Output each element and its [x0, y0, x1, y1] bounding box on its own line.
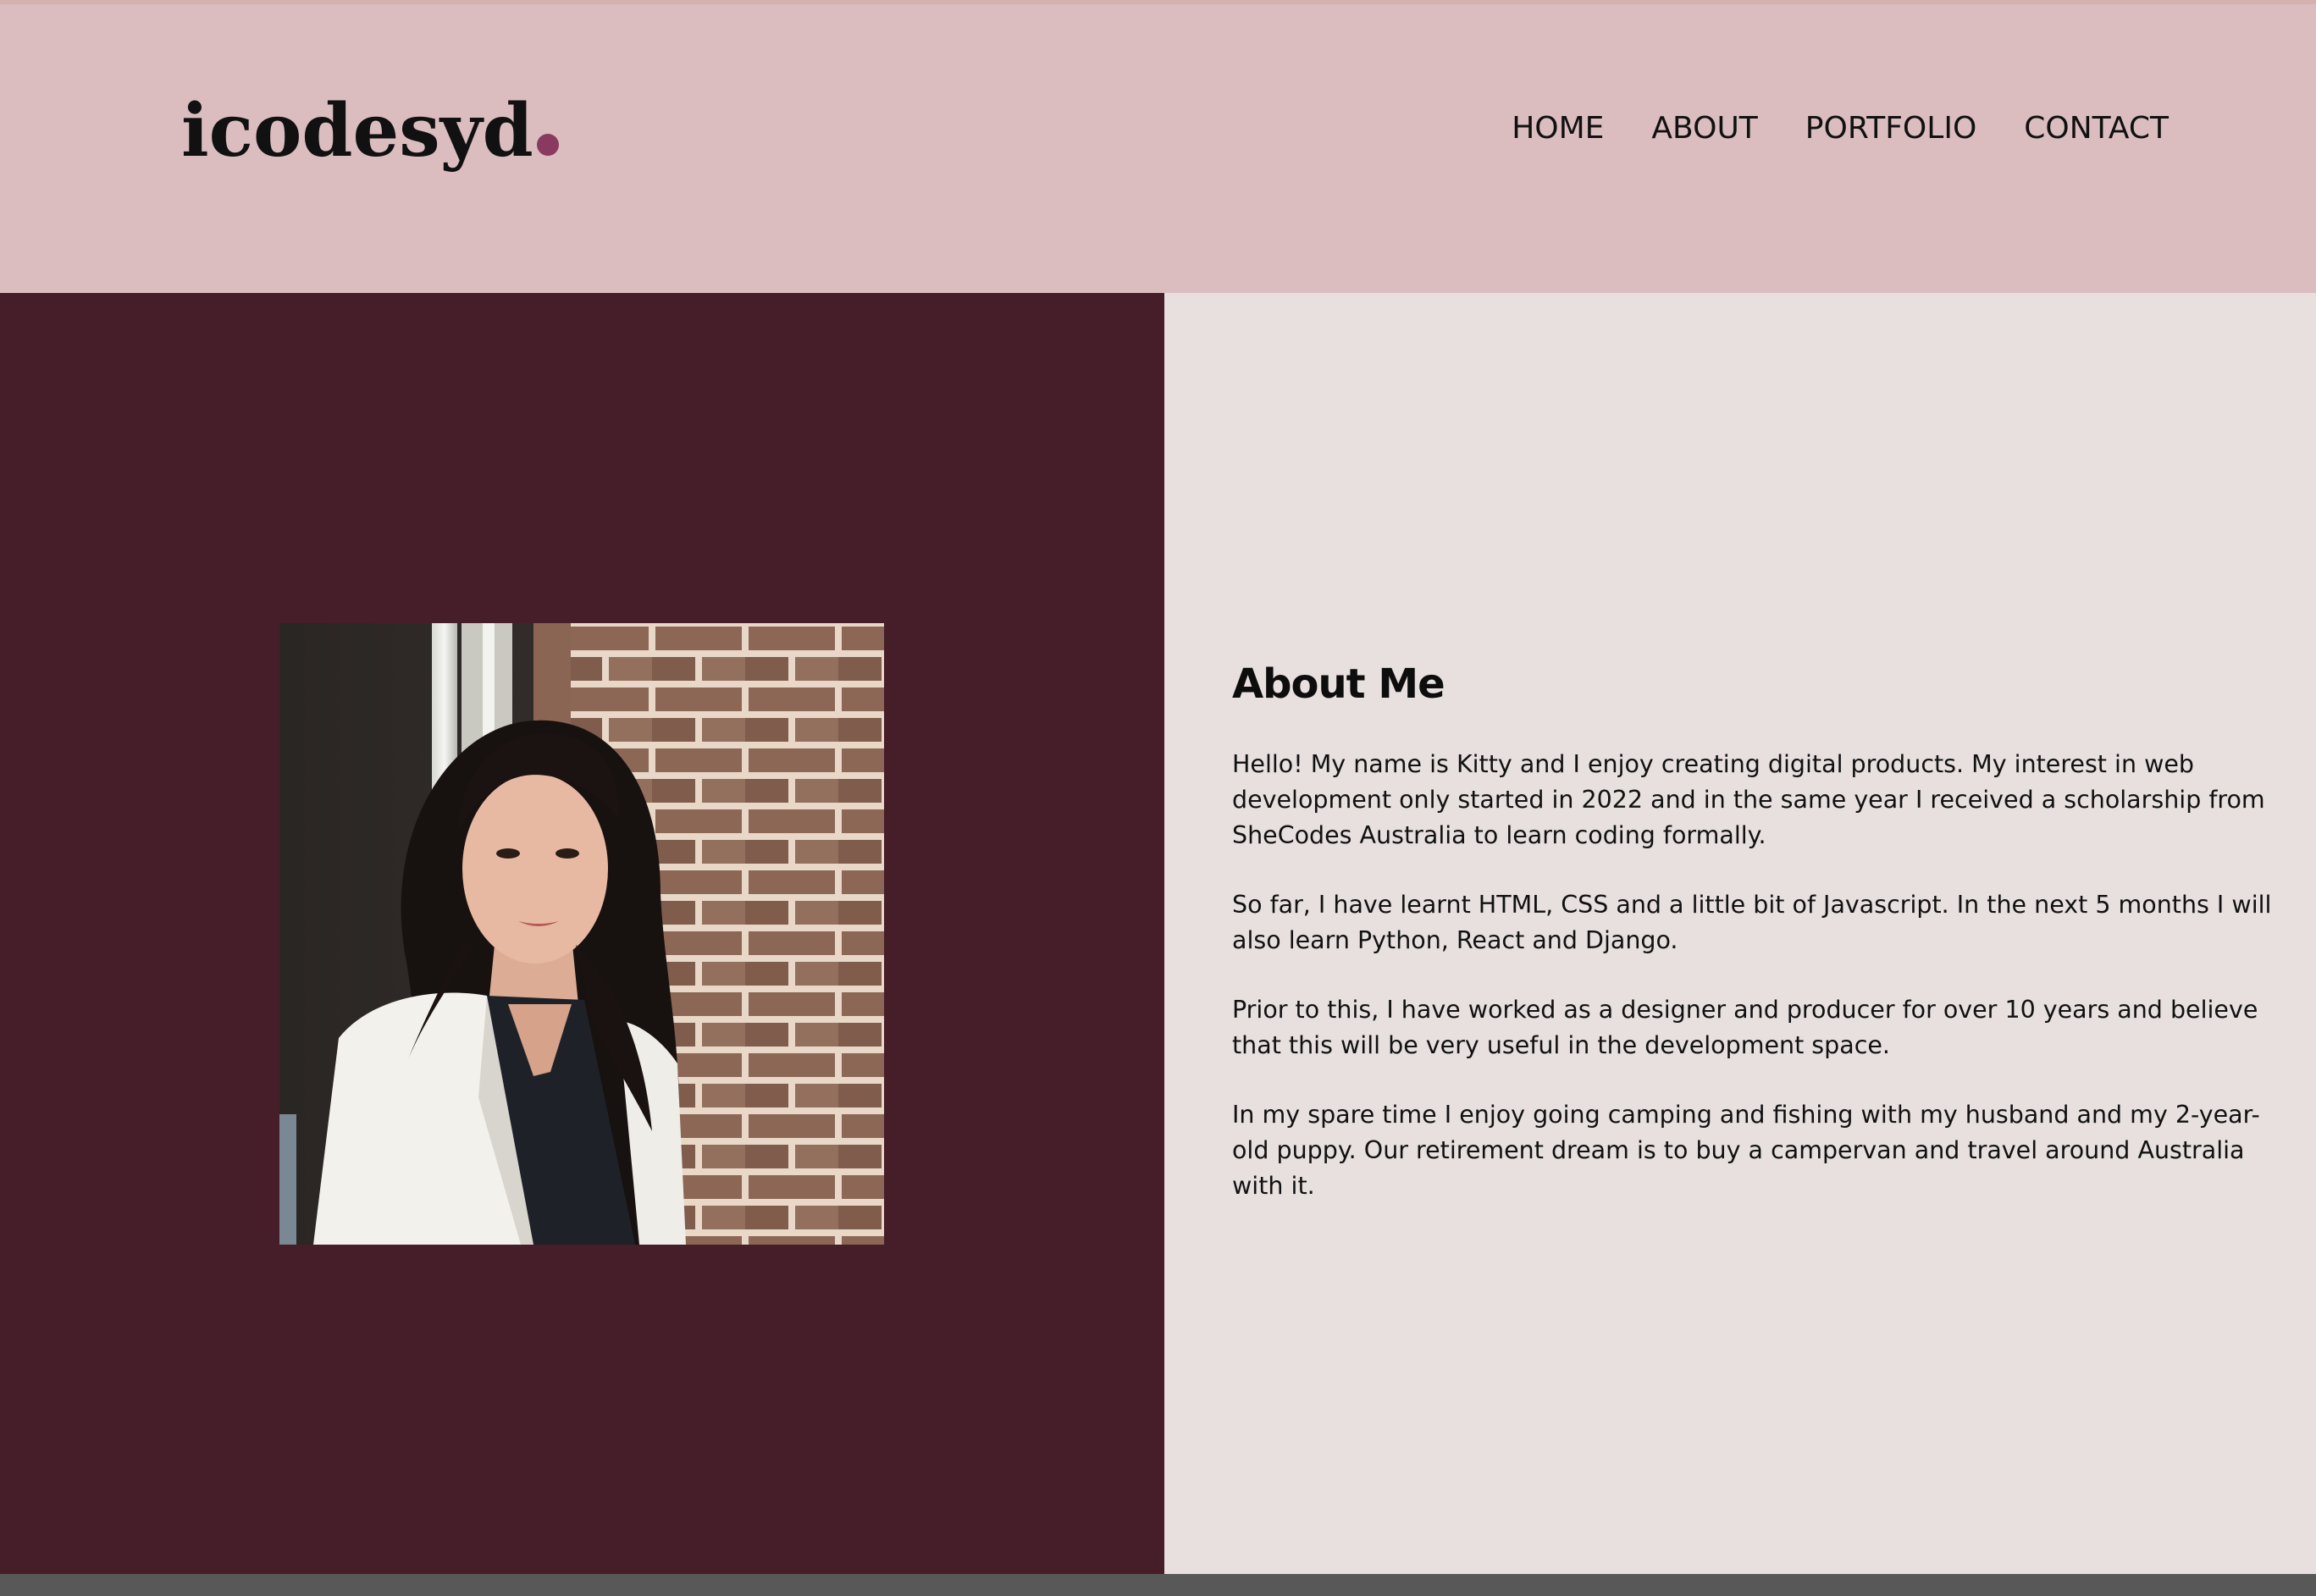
portrait-image — [279, 623, 884, 1245]
about-paragraph: Prior to this, I have worked as a design… — [1232, 996, 2258, 1059]
about-paragraph: In my spare time I enjoy going camping a… — [1232, 1101, 2260, 1200]
nav-about-link[interactable]: ABOUT — [1651, 108, 1757, 150]
about-text: Hello! My name is Kitty and I enjoy crea… — [1232, 747, 2274, 1238]
logo-text: icodesyd — [181, 88, 533, 174]
photo-panel — [0, 293, 1164, 1574]
about-panel: About Me Hello! My name is Kitty and I e… — [1164, 293, 2316, 1574]
site-header: icodesyd HOME ABOUT PORTFOLIO CONTACT — [0, 4, 2316, 293]
bottom-bar — [0, 1574, 2316, 1596]
main-nav: HOME ABOUT PORTFOLIO CONTACT — [1464, 108, 2169, 150]
profile-photo — [279, 623, 884, 1245]
nav-contact-link[interactable]: CONTACT — [2024, 108, 2169, 150]
about-paragraph: So far, I have learnt HTML, CSS and a li… — [1232, 891, 2272, 954]
site-logo[interactable]: icodesyd — [181, 85, 559, 178]
logo-dot-icon — [536, 134, 559, 156]
nav-portfolio-link[interactable]: PORTFOLIO — [1805, 108, 1976, 150]
page: icodesyd HOME ABOUT PORTFOLIO CONTACT Ab… — [0, 0, 2316, 1596]
about-paragraph: Hello! My name is Kitty and I enjoy crea… — [1232, 750, 2265, 849]
about-heading: About Me — [1232, 660, 1445, 708]
nav-home-link[interactable]: HOME — [1512, 108, 1604, 150]
